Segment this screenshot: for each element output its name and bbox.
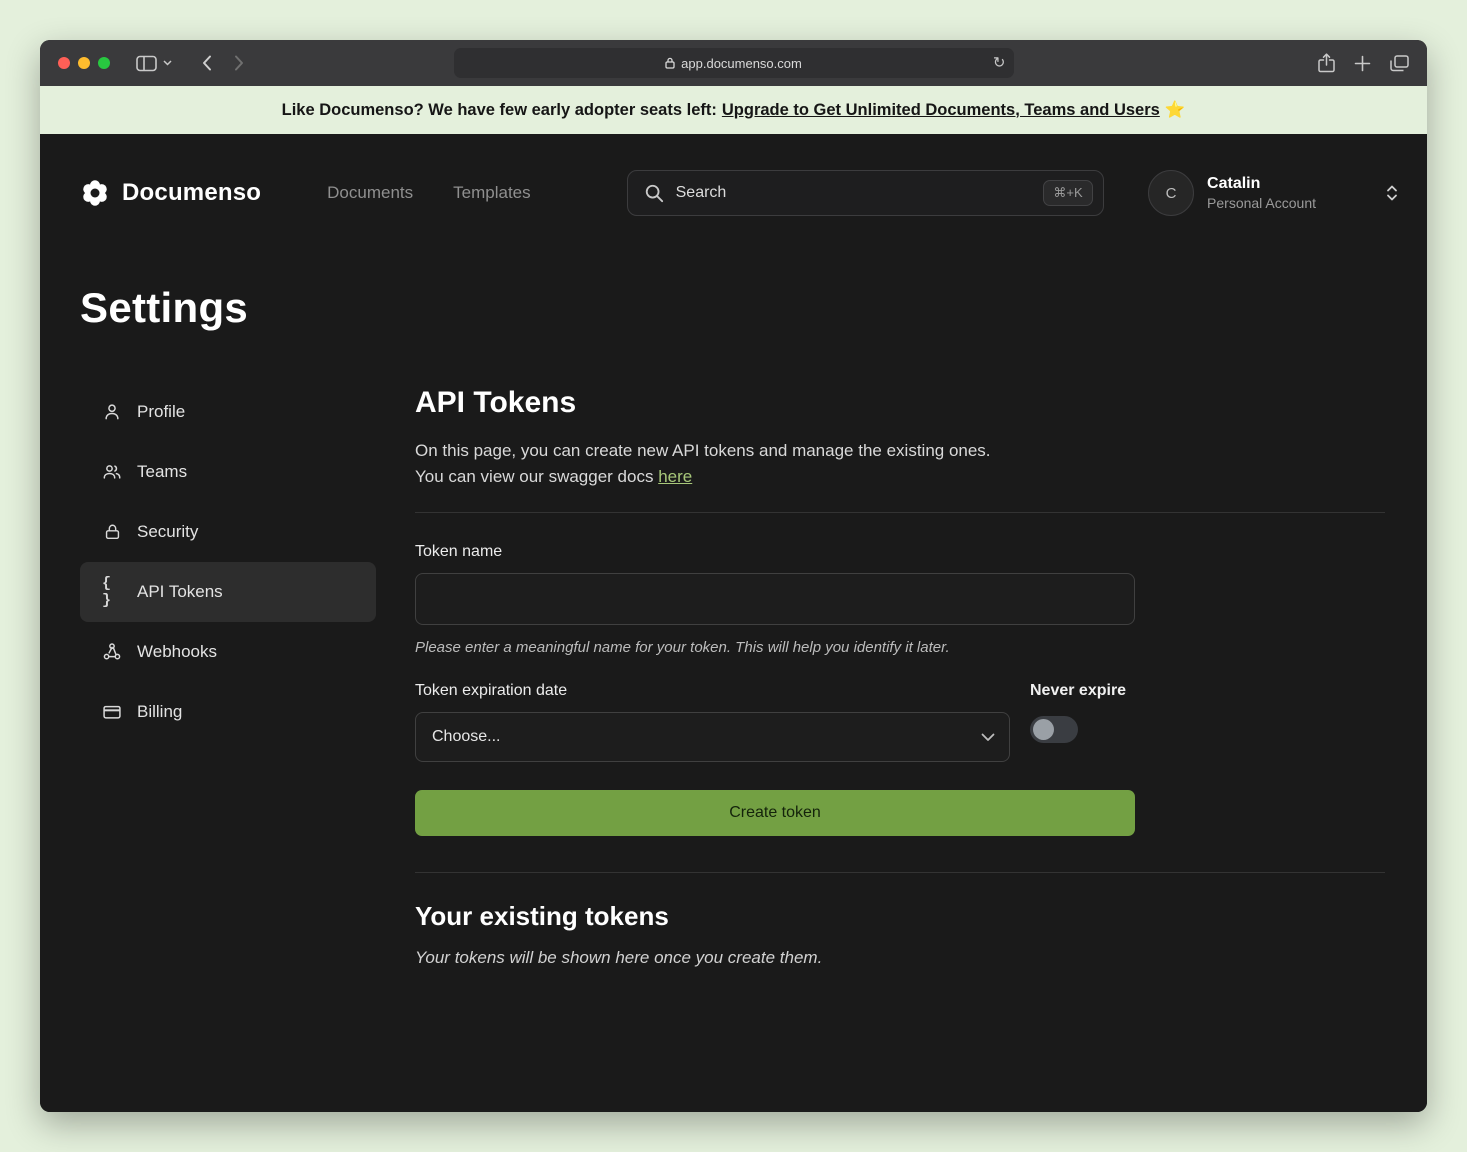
lock-url-icon	[665, 57, 675, 69]
description-line1: On this page, you can create new API tok…	[415, 441, 991, 460]
api-tokens-panel: API Tokens On this page, you can create …	[415, 386, 1385, 968]
lock-icon	[102, 522, 122, 542]
app-root: Documenso Documents Templates Search ⌘+K…	[40, 134, 1427, 1112]
token-name-label: Token name	[415, 543, 1385, 561]
search-shortcut-badge: ⌘+K	[1043, 180, 1092, 206]
sidebar-item-api-tokens[interactable]: { } API Tokens	[80, 562, 376, 622]
refresh-icon[interactable]: ↻	[993, 56, 1006, 71]
url-text: app.documenso.com	[681, 56, 802, 71]
expiration-row: Token expiration date Choose... Never ex…	[415, 682, 1135, 762]
webhook-icon	[102, 642, 122, 662]
users-icon	[102, 462, 122, 482]
user-icon	[102, 402, 122, 422]
app-header: Documenso Documents Templates Search ⌘+K…	[40, 134, 1427, 252]
existing-tokens-empty-text: Your tokens will be shown here once you …	[415, 948, 1385, 968]
sidebar-item-label: Webhooks	[137, 642, 217, 662]
toggle-knob	[1033, 719, 1054, 740]
share-icon[interactable]	[1318, 53, 1335, 73]
banner-text: Like Documenso? We have few early adopte…	[282, 101, 717, 120]
token-name-help: Please enter a meaningful name for your …	[415, 639, 1385, 656]
upgrade-link[interactable]: Upgrade to Get Unlimited Documents, Team…	[722, 101, 1160, 120]
chevron-down-icon	[981, 733, 995, 742]
sidebar-item-webhooks[interactable]: Webhooks	[80, 622, 376, 682]
sidebar-item-security[interactable]: Security	[80, 502, 376, 562]
avatar: C	[1148, 170, 1194, 216]
credit-card-icon	[102, 702, 122, 722]
address-bar[interactable]: app.documenso.com ↻	[454, 48, 1014, 78]
tabs-overview-icon[interactable]	[1390, 55, 1409, 72]
sidebar-toggle-icon[interactable]	[136, 55, 157, 72]
chevron-down-icon[interactable]	[163, 60, 172, 66]
brand[interactable]: Documenso	[80, 178, 261, 208]
divider	[415, 512, 1385, 513]
search-icon	[644, 183, 664, 203]
create-token-button[interactable]: Create token	[415, 790, 1135, 836]
sidebar-item-label: API Tokens	[137, 582, 223, 602]
sidebar-item-label: Teams	[137, 462, 187, 482]
nav-templates[interactable]: Templates	[453, 183, 530, 203]
section-heading: API Tokens	[415, 386, 1385, 420]
nav-documents[interactable]: Documents	[327, 183, 413, 203]
chevron-up-down-icon	[1383, 183, 1401, 203]
sidebar-item-teams[interactable]: Teams	[80, 442, 376, 502]
zoom-window-button[interactable]	[98, 57, 110, 69]
new-tab-icon[interactable]	[1354, 55, 1371, 72]
forward-icon[interactable]	[234, 55, 244, 71]
expiration-select-value: Choose...	[432, 728, 981, 746]
search-input[interactable]: Search ⌘+K	[627, 170, 1104, 216]
page-title: Settings	[80, 284, 248, 332]
traffic-lights	[58, 57, 110, 69]
account-menu[interactable]: C Catalin Personal Account	[1148, 170, 1405, 216]
browser-chrome: app.documenso.com ↻	[40, 40, 1427, 86]
sidebar-item-profile[interactable]: Profile	[80, 382, 376, 442]
promo-banner: Like Documenso? We have few early adopte…	[40, 86, 1427, 134]
sidebar-item-label: Security	[137, 522, 198, 542]
documenso-logo-icon	[80, 178, 110, 208]
swagger-docs-link[interactable]: here	[658, 467, 692, 486]
search-placeholder: Search	[676, 184, 1032, 202]
braces-icon: { }	[102, 575, 122, 609]
sidebar-item-billing[interactable]: Billing	[80, 682, 376, 742]
sidebar-item-label: Profile	[137, 402, 185, 422]
expiration-select[interactable]: Choose...	[415, 712, 1010, 762]
sidebar-item-label: Billing	[137, 702, 182, 722]
divider	[415, 872, 1385, 873]
star-emoji: ⭐	[1165, 101, 1186, 120]
existing-tokens-heading: Your existing tokens	[415, 901, 1385, 932]
back-icon[interactable]	[202, 55, 212, 71]
expiration-label: Token expiration date	[415, 682, 1135, 700]
browser-window: app.documenso.com ↻ Like	[40, 40, 1427, 1112]
description-line2: You can view our swagger docs	[415, 467, 653, 486]
account-name: Catalin	[1207, 175, 1316, 193]
section-description: On this page, you can create new API tok…	[415, 438, 1385, 490]
brand-name: Documenso	[122, 179, 261, 207]
never-expire-group: Never expire	[1030, 682, 1126, 743]
settings-sidebar: Profile Teams Security	[80, 382, 376, 742]
account-type: Personal Account	[1207, 195, 1316, 211]
never-expire-toggle[interactable]	[1030, 716, 1078, 743]
never-expire-label: Never expire	[1030, 682, 1126, 700]
top-nav: Documents Templates	[327, 183, 530, 203]
token-name-input[interactable]	[415, 573, 1135, 625]
minimize-window-button[interactable]	[78, 57, 90, 69]
close-window-button[interactable]	[58, 57, 70, 69]
